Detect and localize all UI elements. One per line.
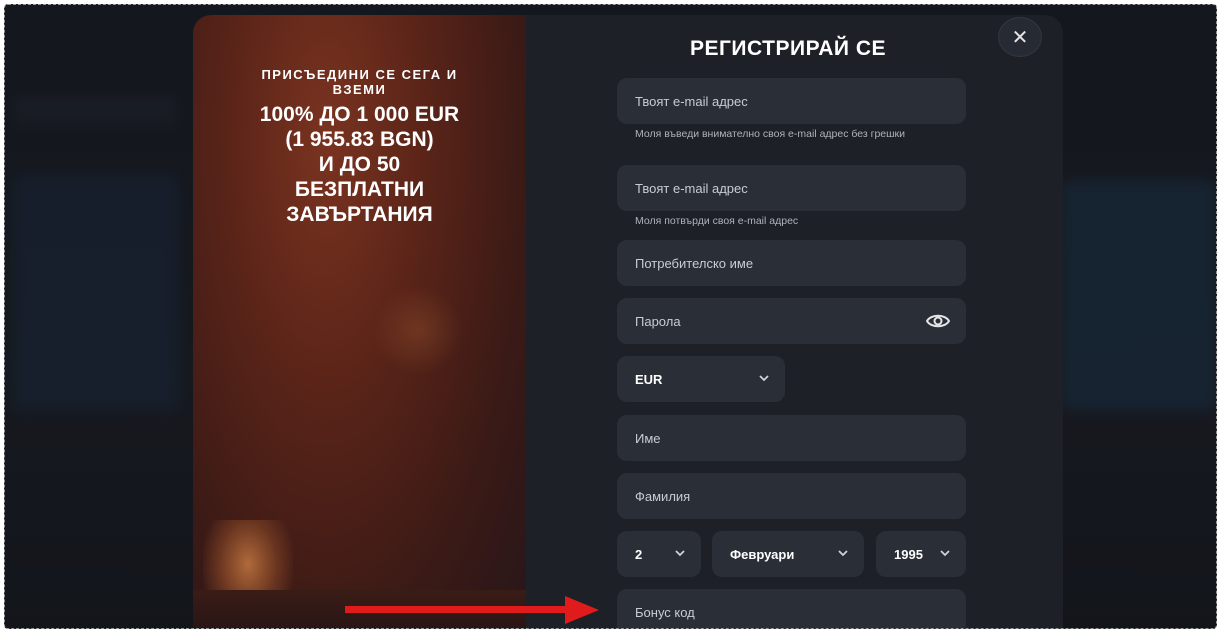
- chevron-down-icon: [838, 550, 848, 557]
- promo-offer-line: 100% ДО 1 000 EUR: [259, 103, 460, 126]
- promo-offer-line: ЗАВЪРТАНИЯ: [286, 203, 433, 226]
- birth-month-select[interactable]: Февруари: [712, 531, 864, 577]
- modal-title: РЕГИСТРИРАЙ СЕ: [689, 37, 886, 60]
- first-name-field[interactable]: Име: [617, 415, 966, 461]
- birth-year-select[interactable]: 1995: [876, 531, 966, 577]
- promo-panel: ПРИСЪЕДИНИ СЕ СЕГА И ВЗЕМИ 100% ДО 1 000…: [193, 15, 526, 628]
- promo-offer-line: (1 955.83 BGN): [285, 128, 434, 151]
- red-arrow-annotation: [345, 596, 599, 624]
- registration-modal: ПРИСЪЕДИНИ СЕ СЕГА И ВЗЕМИ 100% ДО 1 000…: [193, 15, 1063, 628]
- promo-offer: 100% ДО 1 000 EUR (1 955.83 BGN) И ДО 50…: [193, 102, 526, 227]
- currency-select[interactable]: EUR: [617, 356, 785, 402]
- username-placeholder: Потребителско име: [635, 255, 754, 271]
- password-placeholder: Парола: [635, 313, 681, 329]
- promo-offer-line: И ДО 50: [318, 153, 401, 176]
- bonus-code-placeholder: Бонус код: [635, 604, 695, 620]
- close-button[interactable]: ✕: [998, 17, 1042, 57]
- email-confirm-field[interactable]: Твоят e-mail адрес: [617, 165, 966, 211]
- birth-year-value: 1995: [894, 546, 923, 562]
- close-icon: ✕: [1011, 26, 1029, 49]
- promo-offer-line: БЕЗПЛАТНИ: [294, 178, 425, 201]
- email-confirm-placeholder: Твоят e-mail адрес: [635, 180, 748, 196]
- last-name-field[interactable]: Фамилия: [617, 473, 966, 519]
- email-placeholder: Твоят e-mail адрес: [635, 93, 748, 109]
- bonus-code-field[interactable]: Бонус код: [617, 589, 966, 628]
- chevron-down-icon: [759, 375, 769, 382]
- screenshot-frame: ПРИСЪЕДИНИ СЕ СЕГА И ВЗЕМИ 100% ДО 1 000…: [4, 4, 1217, 629]
- username-field[interactable]: Потребителско име: [617, 240, 966, 286]
- chevron-down-icon: [675, 550, 685, 557]
- email-confirm-hint: Моля потвърди своя e-mail адрес: [635, 215, 799, 227]
- promo-subtitle: ПРИСЪЕДИНИ СЕ СЕГА И ВЗЕМИ: [261, 67, 458, 97]
- birth-month-value: Февруари: [730, 546, 795, 562]
- chevron-down-icon: [940, 550, 950, 557]
- email-field[interactable]: Твоят e-mail адрес: [617, 78, 966, 124]
- first-name-placeholder: Име: [635, 430, 661, 446]
- email-hint: Моля въведи внимателно своя e-mail адрес…: [635, 128, 906, 140]
- birth-day-select[interactable]: 2: [617, 531, 701, 577]
- currency-value: EUR: [635, 371, 663, 387]
- eye-icon[interactable]: [926, 311, 950, 331]
- password-field[interactable]: Парола: [617, 298, 966, 344]
- birth-day-value: 2: [635, 546, 643, 562]
- last-name-placeholder: Фамилия: [635, 488, 691, 504]
- promo-background-light: [373, 285, 463, 375]
